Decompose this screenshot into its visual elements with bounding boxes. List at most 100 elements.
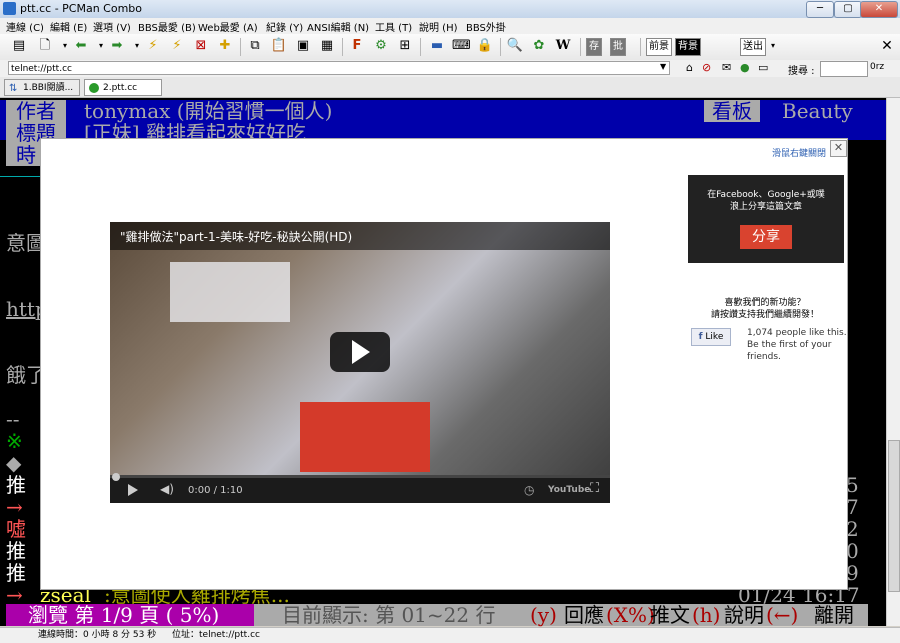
- search-input[interactable]: [820, 61, 868, 77]
- screen-icon[interactable]: ▭: [758, 61, 768, 74]
- tab-ptt[interactable]: 2.ptt.cc: [84, 79, 162, 96]
- share-text-2: 浪上分享這篇文章: [729, 202, 802, 212]
- tab-bbi-reader[interactable]: ⇅ 1.BBI閱讀...: [4, 79, 80, 96]
- push-tag: →: [6, 495, 23, 519]
- stop-icon[interactable]: ⊘: [702, 61, 711, 74]
- background-button[interactable]: 背景: [675, 38, 701, 56]
- refresh-icon[interactable]: ●: [740, 61, 750, 74]
- reconnect-icon[interactable]: ⚡: [144, 37, 162, 55]
- scrollbar-thumb[interactable]: [888, 440, 900, 592]
- like-text-2: Be the first of your: [747, 340, 832, 350]
- window-title: ptt.cc - PCMan Combo: [20, 2, 143, 15]
- paste-icon[interactable]: 📋: [270, 37, 288, 55]
- save-text-button[interactable]: 存: [586, 38, 602, 56]
- reconnect-all-icon[interactable]: ⚡: [168, 37, 186, 55]
- new-page-icon[interactable]: 🗋: [36, 37, 54, 55]
- foreground-button[interactable]: 前景: [646, 38, 672, 56]
- overlay-close-hint: 滑鼠右鍵關閉: [772, 149, 827, 159]
- menu-help[interactable]: 說明 (H): [419, 19, 458, 34]
- board-label: 看板: [704, 100, 760, 122]
- play-small-icon[interactable]: [128, 484, 138, 496]
- progress-handle[interactable]: [112, 473, 120, 481]
- status-bar: 連線時間：0 小時 8 分 53 秒 位址：telnet://ptt.cc: [0, 627, 900, 643]
- send-button[interactable]: 送出: [740, 38, 766, 56]
- push-tag: →: [6, 583, 23, 607]
- like-text-3: friends.: [747, 352, 781, 362]
- address-input[interactable]: telnet://ptt.cc: [8, 61, 670, 75]
- search-icon[interactable]: 🔍: [506, 37, 524, 55]
- footer-push: 推文: [650, 603, 690, 627]
- menu-options[interactable]: 選項 (V): [93, 19, 131, 34]
- video-player[interactable]: "雞排做法"part-1-美味-好吃-秘訣公開(HD) ◀) 0:00 / 1:…: [110, 222, 610, 503]
- push-tag: 推: [6, 473, 26, 497]
- menu-web-favorites[interactable]: Web最愛 (A): [198, 19, 258, 34]
- tab-label: 1.BBI閱讀...: [23, 83, 74, 93]
- tab-icon: ⇅: [9, 83, 18, 94]
- overlay-close-icon[interactable]: ✕: [830, 140, 847, 157]
- home-icon[interactable]: ⌂: [686, 61, 693, 74]
- video-title[interactable]: "雞排做法"part-1-美味-好吃-秘訣公開(HD): [120, 228, 352, 245]
- font-icon[interactable]: F: [348, 37, 366, 55]
- footer-help-key: (h): [692, 603, 721, 627]
- play-button[interactable]: [330, 332, 390, 372]
- add-favorite-icon[interactable]: ✚: [216, 37, 234, 55]
- image-icon[interactable]: ▬: [428, 37, 446, 55]
- title-bar: ptt.cc - PCMan Combo ─ ▢ ✕: [0, 0, 900, 18]
- menu-bbs-favorites[interactable]: BBS最愛 (B): [138, 19, 196, 34]
- menu-bar: 連線 (C) 編輯 (E) 選項 (V) BBS最愛 (B) Web最愛 (A)…: [0, 18, 900, 35]
- maximize-button[interactable]: ▢: [834, 1, 862, 18]
- menu-edit[interactable]: 編輯 (E): [50, 19, 87, 34]
- like-count: 1,074 people like this.: [747, 328, 847, 338]
- author-value: tonymax (開始習慣一個人): [84, 99, 333, 123]
- settings-gear-icon[interactable]: ⚙: [372, 37, 390, 55]
- signature-separator: --: [6, 407, 20, 431]
- connection-time: 連線時間：0 小時 8 分 53 秒: [38, 630, 157, 640]
- origin-line: ※: [6, 429, 23, 453]
- address-book-icon[interactable]: ▤: [10, 37, 28, 55]
- minimize-button[interactable]: ─: [806, 1, 834, 18]
- fullscreen-icon[interactable]: ⊞: [396, 37, 414, 55]
- footer-push-key: (X%): [606, 603, 655, 627]
- flower-icon[interactable]: ✿: [530, 37, 548, 55]
- share-button[interactable]: 分享: [740, 225, 792, 249]
- menu-connect[interactable]: 連線 (C): [6, 19, 44, 34]
- volume-icon[interactable]: ◀): [160, 482, 174, 496]
- wikipedia-icon[interactable]: W: [554, 37, 572, 55]
- connected-icon: [89, 83, 99, 93]
- author-label: 作者: [6, 100, 66, 122]
- watch-later-icon[interactable]: ◷: [524, 483, 534, 497]
- back-arrow-icon[interactable]: ⬅: [72, 37, 90, 55]
- footer-reply-key: (y): [530, 603, 557, 627]
- fullscreen-video-icon[interactable]: ⛶: [590, 481, 599, 496]
- disconnect-icon[interactable]: ⊠: [192, 37, 210, 55]
- copy-ansi-icon[interactable]: ▣: [294, 37, 312, 55]
- footer-showing: 目前顯示: 第 01~22 行: [282, 603, 496, 627]
- menu-log[interactable]: 紀錄 (Y): [266, 19, 303, 34]
- batch-text-button[interactable]: 批: [610, 38, 626, 56]
- app-icon: [3, 2, 16, 15]
- close-button[interactable]: ✕: [860, 1, 898, 18]
- lock-icon[interactable]: 🔒: [476, 37, 494, 55]
- share-panel: 在Facebook、Google+或噗 浪上分享這篇文章 分享: [688, 175, 844, 263]
- address-dropdown-icon[interactable]: ▼: [660, 62, 666, 71]
- video-progress[interactable]: [110, 475, 610, 478]
- search-engine[interactable]: 0rz: [870, 62, 884, 72]
- forward-arrow-icon[interactable]: ➡: [108, 37, 126, 55]
- mail-icon[interactable]: ✉: [722, 61, 731, 74]
- dropdown-icon[interactable]: ▾: [764, 37, 782, 55]
- copy-icon[interactable]: ⧉: [246, 37, 264, 55]
- toolbar: ▤ 🗋 ▾ ⬅ ▾ ➡ ▾ ⚡ ⚡ ⊠ ✚ ⧉ 📋 ▣ ▦ F ⚙ ⊞ ▬ ⌨ …: [0, 34, 900, 89]
- youtube-logo[interactable]: YouTube: [548, 485, 590, 495]
- footer-browse: 瀏覽 第 1/9 頁 ( 5%): [6, 604, 254, 626]
- like-label: Like: [705, 332, 724, 342]
- menu-ansi-edit[interactable]: ANSI編輯 (N): [307, 19, 369, 34]
- keyboard-icon[interactable]: ⌨: [452, 37, 471, 55]
- status-location: 位址：telnet://ptt.cc: [172, 630, 260, 640]
- facebook-like-button[interactable]: f Like: [691, 328, 731, 346]
- close-toolbar-icon[interactable]: ✕: [878, 37, 896, 55]
- menu-bbs-plugin[interactable]: BBS外掛: [466, 19, 506, 34]
- tab-label: 2.ptt.cc: [103, 83, 138, 93]
- video-controls: [110, 477, 610, 503]
- select-all-icon[interactable]: ▦: [318, 37, 336, 55]
- menu-tools[interactable]: 工具 (T): [375, 19, 412, 34]
